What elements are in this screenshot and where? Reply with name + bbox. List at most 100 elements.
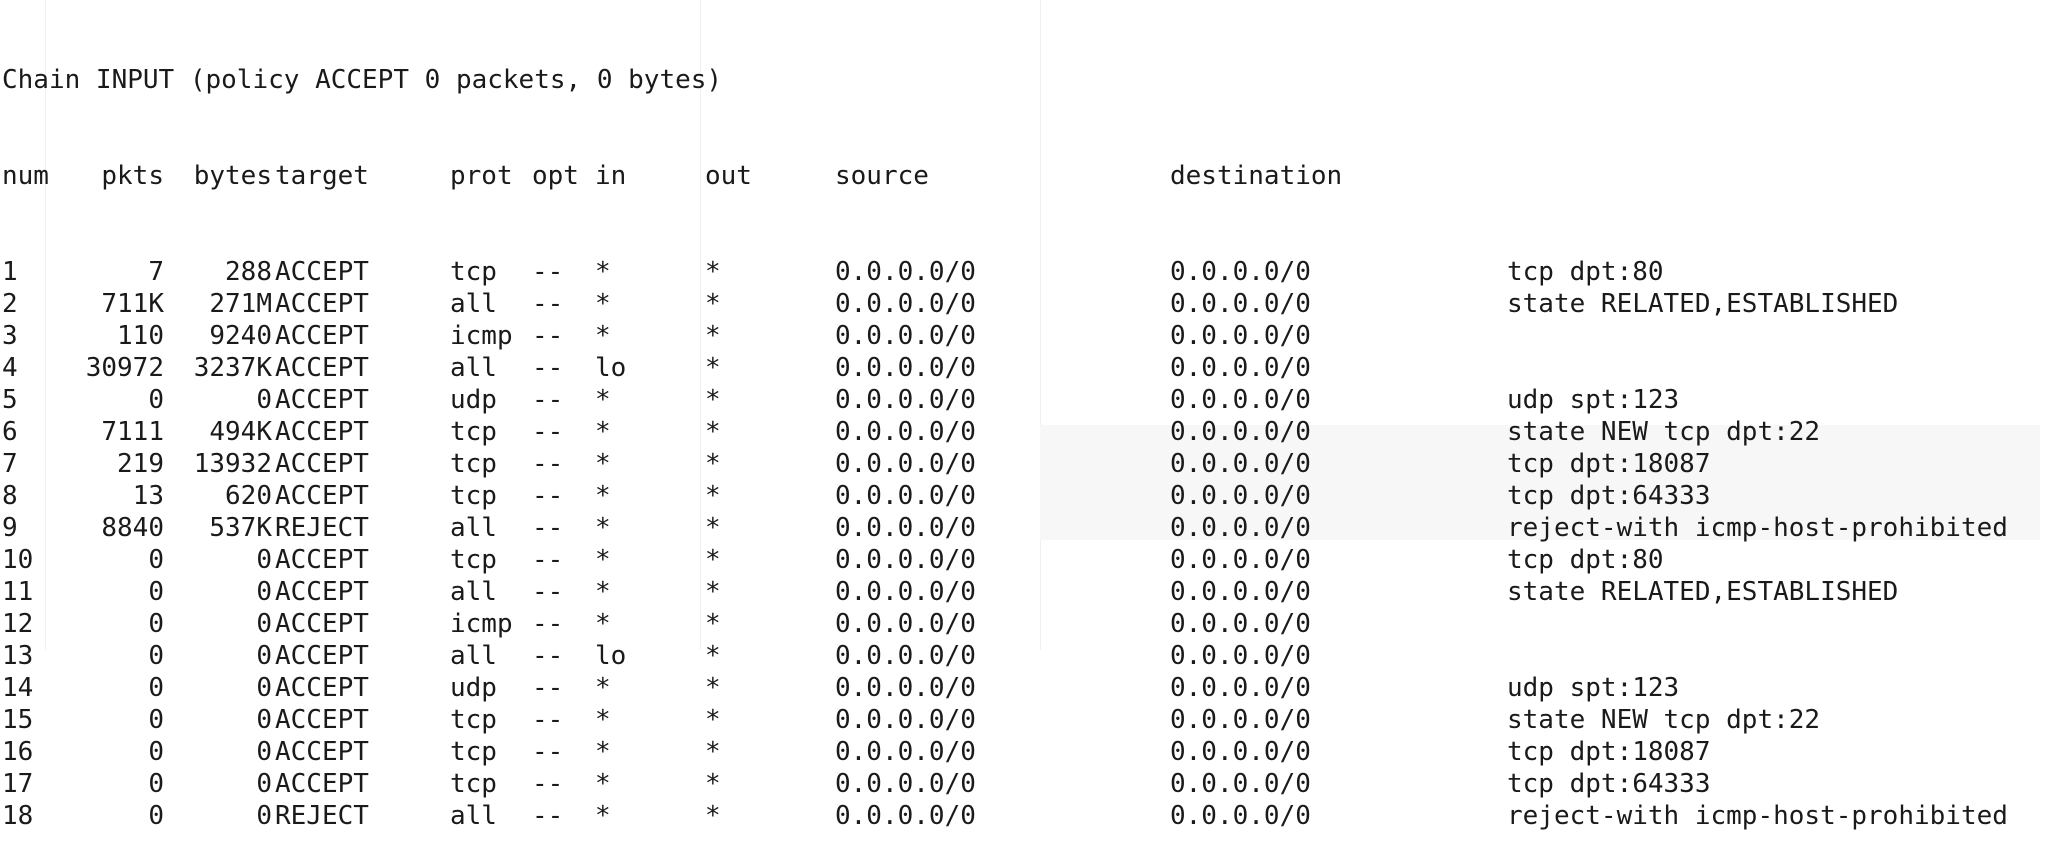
rule-destination: 0.0.0.0/0 <box>1170 801 1311 831</box>
rule-opt: -- <box>532 545 564 575</box>
rule-match-options: state RELATED,ESTABLISHED <box>1507 577 1899 607</box>
rule-in-interface: * <box>595 673 611 703</box>
rule-match-options: tcp dpt:64333 <box>1507 481 1711 511</box>
rule-bytes: 3237K <box>193 353 272 383</box>
rule-destination: 0.0.0.0/0 <box>1170 257 1311 287</box>
rule-out-interface: * <box>705 609 721 639</box>
rule-destination: 0.0.0.0/0 <box>1170 385 1311 415</box>
rule-source: 0.0.0.0/0 <box>835 417 976 447</box>
rule-prot: icmp <box>450 321 513 351</box>
column-header-row: num pkts bytes target prot opt in out so… <box>2 160 1342 192</box>
rule-prot: udp <box>450 673 497 703</box>
rule-opt: -- <box>532 673 564 703</box>
rule-pkts: 0 <box>148 577 164 607</box>
rule-opt: -- <box>532 449 564 479</box>
rule-target: ACCEPT <box>275 417 369 447</box>
rule-target: REJECT <box>275 801 369 831</box>
rule-prot: udp <box>450 385 497 415</box>
rule-pkts: 0 <box>148 673 164 703</box>
table-row: 14 0 0 ACCEPT udp -- * * 0.0.0.0/0 0.0.0.0/0 udp s… <box>2 672 1679 704</box>
rule-source: 0.0.0.0/0 <box>835 673 976 703</box>
table-row: 2 711K 271M ACCEPT all -- * * 0.0.0.0/0 0.0.0.0/0… <box>2 288 1898 320</box>
rule-bytes: 0 <box>256 769 272 799</box>
rule-opt: -- <box>532 801 564 831</box>
rule-prot: all <box>450 513 497 543</box>
rule-target: ACCEPT <box>275 641 369 671</box>
rule-prot: all <box>450 801 497 831</box>
rule-pkts: 110 <box>117 321 164 351</box>
rule-bytes: 288 <box>225 257 272 287</box>
rule-source: 0.0.0.0/0 <box>835 801 976 831</box>
col-out-header: out <box>705 161 752 191</box>
table-row: 16 0 0 ACCEPT tcp -- * * 0.0.0.0/0 0.0.0.0/0 tcp d… <box>2 736 1711 768</box>
rule-source: 0.0.0.0/0 <box>835 737 976 767</box>
rule-out-interface: * <box>705 673 721 703</box>
rule-match-options: tcp dpt:80 <box>1507 545 1664 575</box>
rule-pkts: 0 <box>148 385 164 415</box>
rule-source: 0.0.0.0/0 <box>835 289 976 319</box>
rule-in-interface: * <box>595 545 611 575</box>
rule-opt: -- <box>532 609 564 639</box>
ghost-divider <box>700 0 701 650</box>
rule-bytes: 0 <box>256 673 272 703</box>
rule-source: 0.0.0.0/0 <box>835 705 976 735</box>
rule-in-interface: * <box>595 385 611 415</box>
rule-num: 6 <box>2 417 18 447</box>
rule-num: 18 <box>2 801 34 831</box>
rule-pkts: 13 <box>132 481 164 511</box>
col-target-header: target <box>275 161 369 191</box>
rule-match-options: reject-with icmp-host-prohibited <box>1507 513 2008 543</box>
rule-bytes: 0 <box>256 609 272 639</box>
rule-destination: 0.0.0.0/0 <box>1170 545 1311 575</box>
rule-bytes: 0 <box>256 577 272 607</box>
rule-out-interface: * <box>705 449 721 479</box>
rule-destination: 0.0.0.0/0 <box>1170 577 1311 607</box>
rule-match-options: tcp dpt:18087 <box>1507 737 1711 767</box>
rule-target: ACCEPT <box>275 577 369 607</box>
rule-pkts: 7 <box>148 257 164 287</box>
rule-num: 3 <box>2 321 18 351</box>
rule-match-options: state RELATED,ESTABLISHED <box>1507 289 1899 319</box>
rule-pkts: 219 <box>117 449 164 479</box>
rule-in-interface: * <box>595 417 611 447</box>
rule-opt: -- <box>532 417 564 447</box>
rule-prot: tcp <box>450 417 497 447</box>
rule-bytes: 9240 <box>209 321 272 351</box>
rule-pkts: 0 <box>148 705 164 735</box>
rule-prot: tcp <box>450 545 497 575</box>
rule-in-interface: * <box>595 737 611 767</box>
rule-in-interface: * <box>595 449 611 479</box>
rule-opt: -- <box>532 257 564 287</box>
rule-num: 11 <box>2 577 34 607</box>
rule-in-interface: * <box>595 321 611 351</box>
rule-in-interface: * <box>595 801 611 831</box>
col-destination-header: destination <box>1170 161 1343 191</box>
rule-num: 1 <box>2 257 18 287</box>
rule-out-interface: * <box>705 801 721 831</box>
rule-pkts: 0 <box>148 737 164 767</box>
rule-destination: 0.0.0.0/0 <box>1170 513 1311 543</box>
rule-bytes: 0 <box>256 641 272 671</box>
rule-target: ACCEPT <box>275 449 369 479</box>
rule-num: 4 <box>2 353 18 383</box>
rule-destination: 0.0.0.0/0 <box>1170 641 1311 671</box>
col-pkts-header: pkts <box>101 161 164 191</box>
rule-num: 14 <box>2 673 34 703</box>
col-opt-header: opt <box>532 161 579 191</box>
rule-target: ACCEPT <box>275 609 369 639</box>
rule-prot: tcp <box>450 737 497 767</box>
rule-pkts: 0 <box>148 609 164 639</box>
table-row: 1 7 288 ACCEPT tcp -- * * 0.0.0.0/0 0.0.0.0/0 tcp … <box>2 256 1664 288</box>
rule-source: 0.0.0.0/0 <box>835 545 976 575</box>
rule-target: ACCEPT <box>275 705 369 735</box>
terminal-output: Chain INPUT (policy ACCEPT 0 packets, 0 … <box>2 0 2008 864</box>
rule-opt: -- <box>532 481 564 511</box>
rule-match-options: tcp dpt:18087 <box>1507 449 1711 479</box>
rule-in-interface: * <box>595 513 611 543</box>
rule-out-interface: * <box>705 513 721 543</box>
rule-out-interface: * <box>705 257 721 287</box>
rule-bytes: 620 <box>225 481 272 511</box>
rule-prot: tcp <box>450 705 497 735</box>
table-row: 5 0 0 ACCEPT udp -- * * 0.0.0.0/0 0.0.0.0/0 udp sp… <box>2 384 1679 416</box>
table-row: 8 13 620 ACCEPT tcp -- * * 0.0.0.0/0 0.0.0.0/0 tcp… <box>2 480 1711 512</box>
